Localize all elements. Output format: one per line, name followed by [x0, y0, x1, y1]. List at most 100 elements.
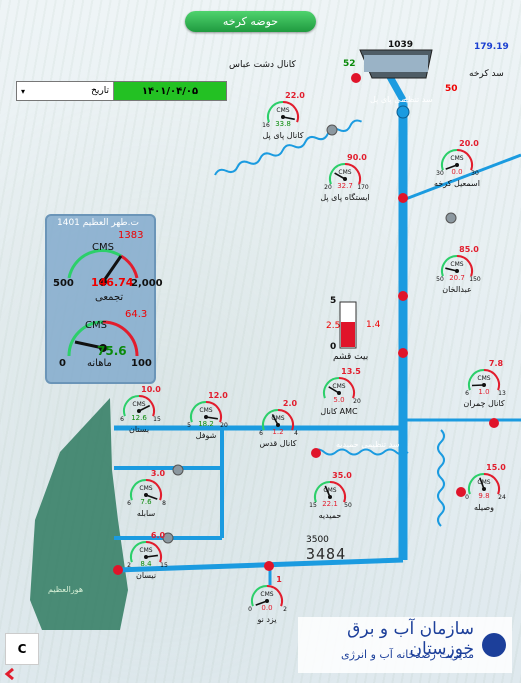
gauge-min: 0 — [465, 494, 469, 501]
gauge-label: اسمعیل کرخه — [434, 179, 480, 188]
gauge-unit: CMS — [477, 375, 490, 382]
gauge-label: کانال پای پل — [262, 131, 303, 140]
gauge-pay-pol-canal: CMS 22.0 33.8 16 کانال پای پل — [262, 91, 305, 140]
downstream-regulator-label: سد تنظیمی حمیدیه — [336, 440, 400, 449]
mon-unit: CMS — [85, 320, 107, 331]
gauge-unit: CMS — [477, 479, 490, 486]
dam-level-right: 179.19 — [474, 42, 509, 52]
logo-subtitle: مدیریت رصدخانه آب و انرژی — [340, 648, 474, 661]
tank-value: 1.4 — [366, 320, 381, 330]
date-type-select[interactable]: ▾ تاریخ — [17, 82, 114, 100]
node-2 — [398, 291, 408, 301]
gauge-ismail-karkheh: CMS 20.0 0.0 30 30 اسمعیل کرخه — [434, 139, 480, 188]
gauge-unit: CMS — [450, 261, 463, 268]
node-gray-5 — [396, 105, 410, 119]
marsh-label: هورالعظیم — [48, 585, 84, 594]
gauge-chamran-canal: CMS 7.8 1.0 6 13 کانال چمران — [463, 359, 506, 408]
gauge-abdolkhan: CMS 85.0 20.7 50 150 عبدالخان — [436, 245, 481, 294]
gauge-label: عبدالخان — [442, 285, 472, 294]
tank-tick-top: 5 — [330, 296, 337, 306]
cum-unit: CMS — [92, 242, 114, 253]
gauge-value: 12.6 — [131, 414, 147, 422]
gauge-value: 32.7 — [337, 182, 353, 190]
date-select-label: تاریخ — [91, 86, 109, 96]
gauge-max: 170 — [357, 184, 369, 191]
gauge-max: 4 — [294, 430, 298, 437]
node-4 — [489, 418, 499, 428]
gauge-unit: CMS — [139, 547, 152, 554]
gauge-max: 24 — [498, 494, 506, 501]
back-arrow-icon[interactable] — [0, 664, 20, 683]
gauge-target: 6.0 — [151, 531, 166, 540]
gauge-hub — [144, 555, 148, 559]
gauge-label: شوفل — [196, 431, 217, 440]
gauge-hub — [265, 599, 269, 603]
gauge-target: 2.0 — [283, 399, 298, 408]
regulator-label: سد تنظیمی پای پل — [370, 95, 433, 104]
dam-left-value: 52 — [343, 59, 356, 69]
gauge-ghods-canal: CMS 2.0 1.2 6 4 کانال قدس — [259, 399, 298, 448]
gauge-hub — [337, 391, 341, 395]
gauge-value: 9.8 — [478, 492, 489, 500]
cum-label: تجمعی — [95, 292, 124, 303]
date-value[interactable]: ۱۴۰۱/۰۴/۰۵ — [114, 82, 226, 100]
gauge-amc-canal: CMS 13.5 5.0 20 کانال AMC — [320, 367, 361, 416]
gauge-value: 20.7 — [449, 274, 465, 282]
gauge-max: 8 — [162, 500, 166, 507]
gauge-max: 20 — [353, 398, 361, 405]
gauge-hub — [482, 383, 486, 387]
gauge-hub — [137, 409, 141, 413]
canal-wave-amc — [311, 448, 409, 456]
gauge-unit: CMS — [199, 407, 212, 414]
gauge-target: 15.0 — [486, 463, 506, 472]
summary-panel: ت.طهر العظیم 1401 1383 CMS 146.74 500 2,… — [45, 214, 163, 384]
gauge-min: 20 — [324, 184, 332, 191]
date-picker[interactable]: ▾ تاریخ ۱۴۰۱/۰۴/۰۵ — [16, 81, 227, 101]
app-root: CMS 22.0 33.8 16 کانال پای پل CMS 90.0 32.7 20 17… — [0, 0, 521, 683]
gauge-max: 150 — [469, 276, 481, 283]
gauge-target: 20.0 — [459, 139, 479, 148]
gauge-target: 22.0 — [285, 91, 305, 100]
gauge-unit: CMS — [332, 383, 345, 390]
gauge-label: کانال قدس — [259, 439, 296, 448]
gauge-min: 50 — [436, 276, 444, 283]
gauge-unit: CMS — [271, 415, 284, 422]
node-1 — [398, 193, 408, 203]
gauge-unit: CMS — [276, 107, 289, 114]
gauge-unit: CMS — [139, 485, 152, 492]
node-5 — [311, 448, 321, 458]
gauge-target: 12.0 — [208, 391, 228, 400]
canal-wave-right — [437, 429, 445, 527]
basin-tab-button[interactable]: حوضه کرخه — [185, 11, 316, 32]
gauge-min: 6 — [120, 416, 124, 423]
gauge-min: 5 — [187, 422, 191, 429]
gauge-max: 30 — [471, 170, 479, 177]
gauge-label: بستان — [129, 425, 149, 434]
gauge-value: 5.0 — [333, 396, 344, 404]
gauge-target: 7.8 — [489, 359, 504, 368]
gauge-value: 8.4 — [140, 560, 152, 568]
gauge-sabeleh: CMS 3.0 7.6 6 8 سابله — [127, 469, 166, 518]
gauge-label: کانال چمران — [463, 399, 505, 408]
cum-target: 1383 — [118, 230, 144, 241]
gauge-target: 1 — [276, 575, 282, 584]
logo-emblem-icon — [480, 629, 506, 661]
gauge-min: 30 — [436, 170, 444, 177]
node-gray-1 — [326, 124, 338, 136]
node-8 — [113, 565, 123, 575]
tank-fill — [341, 322, 355, 347]
gauge-hub — [204, 415, 208, 419]
tank-tick-bottom: 0 — [330, 342, 337, 352]
node-3 — [398, 348, 408, 358]
gauge-value: 1.0 — [478, 388, 489, 396]
gauge-min: 6 — [127, 500, 131, 507]
gauge-hub — [328, 495, 332, 499]
cum-arc-green — [67, 248, 122, 279]
gauge-value: 1.2 — [272, 428, 283, 436]
c-button[interactable]: C — [5, 633, 39, 665]
gauge-target: 3.0 — [151, 469, 166, 478]
gauge-label: کانال AMC — [320, 407, 358, 416]
dam-reservoir — [364, 55, 428, 72]
gauge-unit: CMS — [132, 401, 145, 408]
node-gray-3 — [172, 464, 184, 476]
